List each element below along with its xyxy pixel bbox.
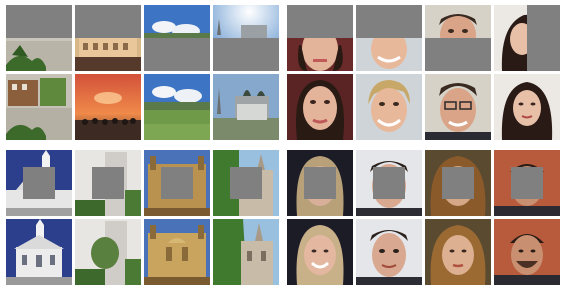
completed-output-image <box>213 219 279 285</box>
completed-output-image <box>425 74 491 140</box>
completed-output-image <box>287 74 353 140</box>
completed-output-image <box>494 74 560 140</box>
masked-input-image <box>144 150 210 216</box>
completed-output-image <box>144 219 210 285</box>
masked-input-image <box>494 5 560 71</box>
completed-output-image <box>6 74 72 140</box>
masked-input-image <box>144 5 210 71</box>
masked-input-image <box>287 150 353 216</box>
masked-input-image <box>425 5 491 71</box>
masked-input-image <box>287 5 353 71</box>
masked-input-image <box>356 150 422 216</box>
masked-input-image <box>75 5 141 71</box>
completed-output-image <box>75 74 141 140</box>
masked-input-image <box>6 5 72 71</box>
masked-input-image <box>356 5 422 71</box>
completed-output-image <box>494 219 560 285</box>
completed-output-image <box>425 219 491 285</box>
completed-output-image <box>144 74 210 140</box>
masked-input-image <box>494 150 560 216</box>
completed-output-image <box>6 219 72 285</box>
masked-input-image <box>75 150 141 216</box>
masked-input-image <box>213 5 279 71</box>
completed-output-image <box>287 219 353 285</box>
masked-input-image <box>213 150 279 216</box>
completed-output-image <box>356 74 422 140</box>
completed-output-image <box>213 74 279 140</box>
completed-output-image <box>356 219 422 285</box>
masked-input-image <box>425 150 491 216</box>
masked-input-image <box>6 150 72 216</box>
completed-output-image <box>75 219 141 285</box>
